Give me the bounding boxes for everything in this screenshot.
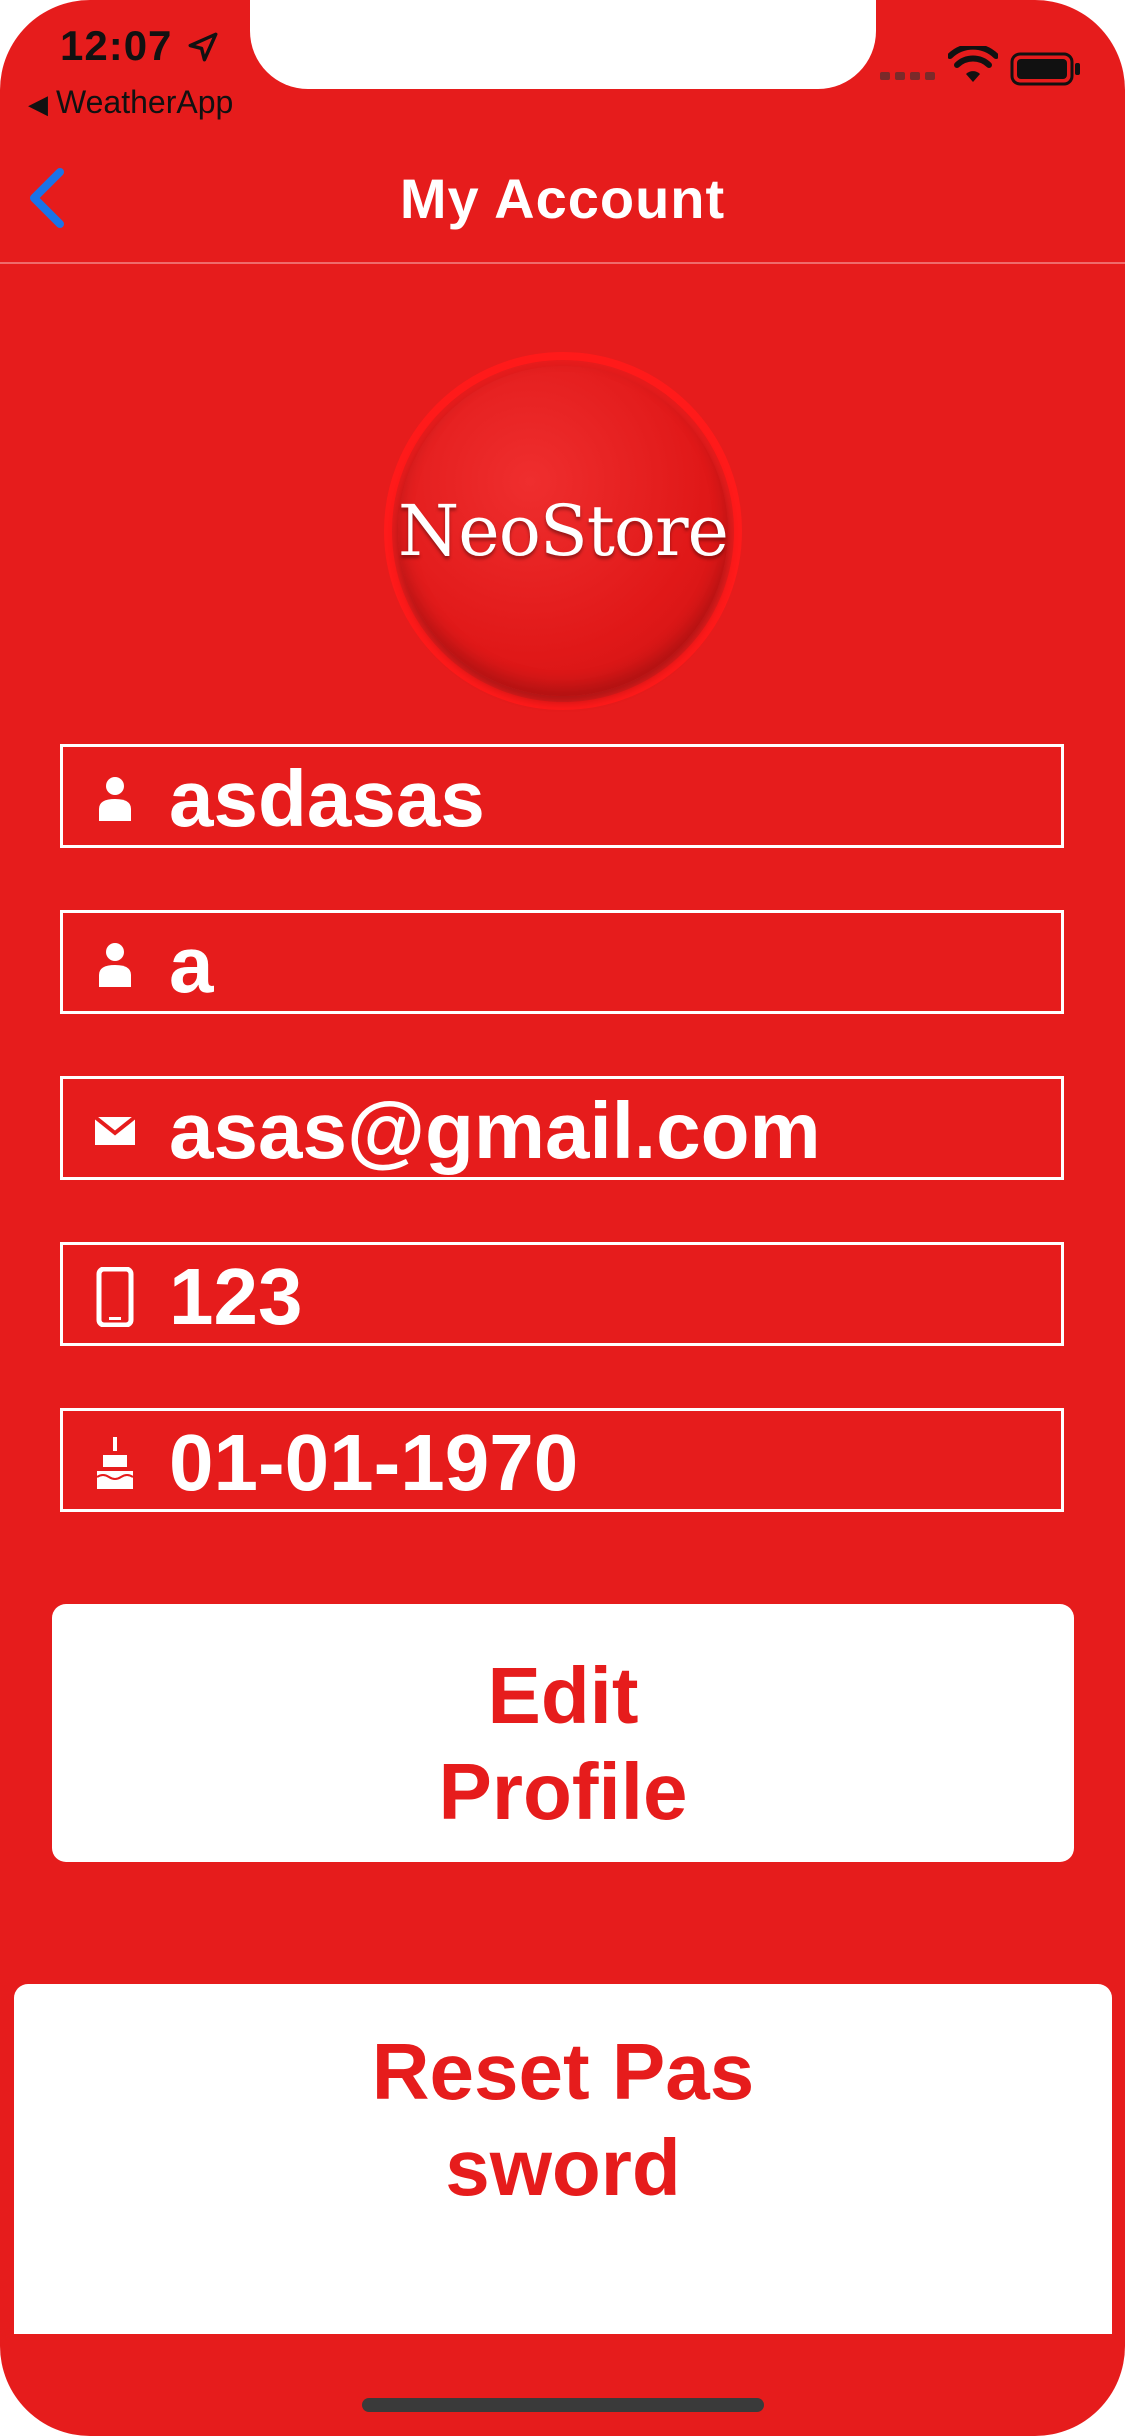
logo-text: NeoStore	[398, 490, 729, 572]
home-indicator[interactable]	[362, 2398, 764, 2412]
page-title: My Account	[399, 167, 726, 230]
location-arrow-icon	[188, 32, 218, 62]
battery-icon	[1010, 52, 1080, 86]
edit-profile-label: Edit Profile	[438, 1651, 688, 1836]
wifi-icon	[948, 46, 998, 82]
app-screen: 12:07 ◀ WeatherApp My Account NeoStore as…	[0, 0, 1125, 2436]
back-triangle-icon: ◀	[28, 89, 48, 119]
device-notch	[250, 0, 876, 89]
first-name-value: asdasas	[169, 754, 485, 843]
first-name-field[interactable]: asdasas	[60, 744, 1064, 848]
back-app-label: WeatherApp	[56, 84, 234, 120]
email-value: asas@gmail.com	[169, 1086, 821, 1175]
last-name-value: a	[169, 920, 214, 1009]
mail-icon	[93, 1115, 137, 1145]
cake-icon	[96, 1437, 134, 1489]
last-name-field[interactable]: a	[60, 910, 1064, 1014]
user-icon	[99, 943, 131, 987]
email-field[interactable]: asas@gmail.com	[60, 1076, 1064, 1180]
phone-field[interactable]: 123	[60, 1242, 1064, 1346]
status-time: 12:07	[60, 22, 173, 69]
reset-password-button[interactable]: Reset Password	[14, 1984, 1112, 2334]
phone-value: 123	[169, 1252, 303, 1341]
back-to-app-link[interactable]: ◀ WeatherApp	[28, 84, 233, 121]
cellular-signal-icon	[880, 72, 935, 80]
nav-divider	[0, 262, 1125, 264]
user-icon	[99, 777, 131, 821]
phone-icon	[96, 1267, 134, 1327]
reset-password-label: Reset Password	[371, 2027, 755, 2212]
dob-value: 01-01-1970	[169, 1418, 579, 1507]
dob-field[interactable]: 01-01-1970	[60, 1408, 1064, 1512]
edit-profile-button[interactable]: Edit Profile	[52, 1604, 1074, 1862]
